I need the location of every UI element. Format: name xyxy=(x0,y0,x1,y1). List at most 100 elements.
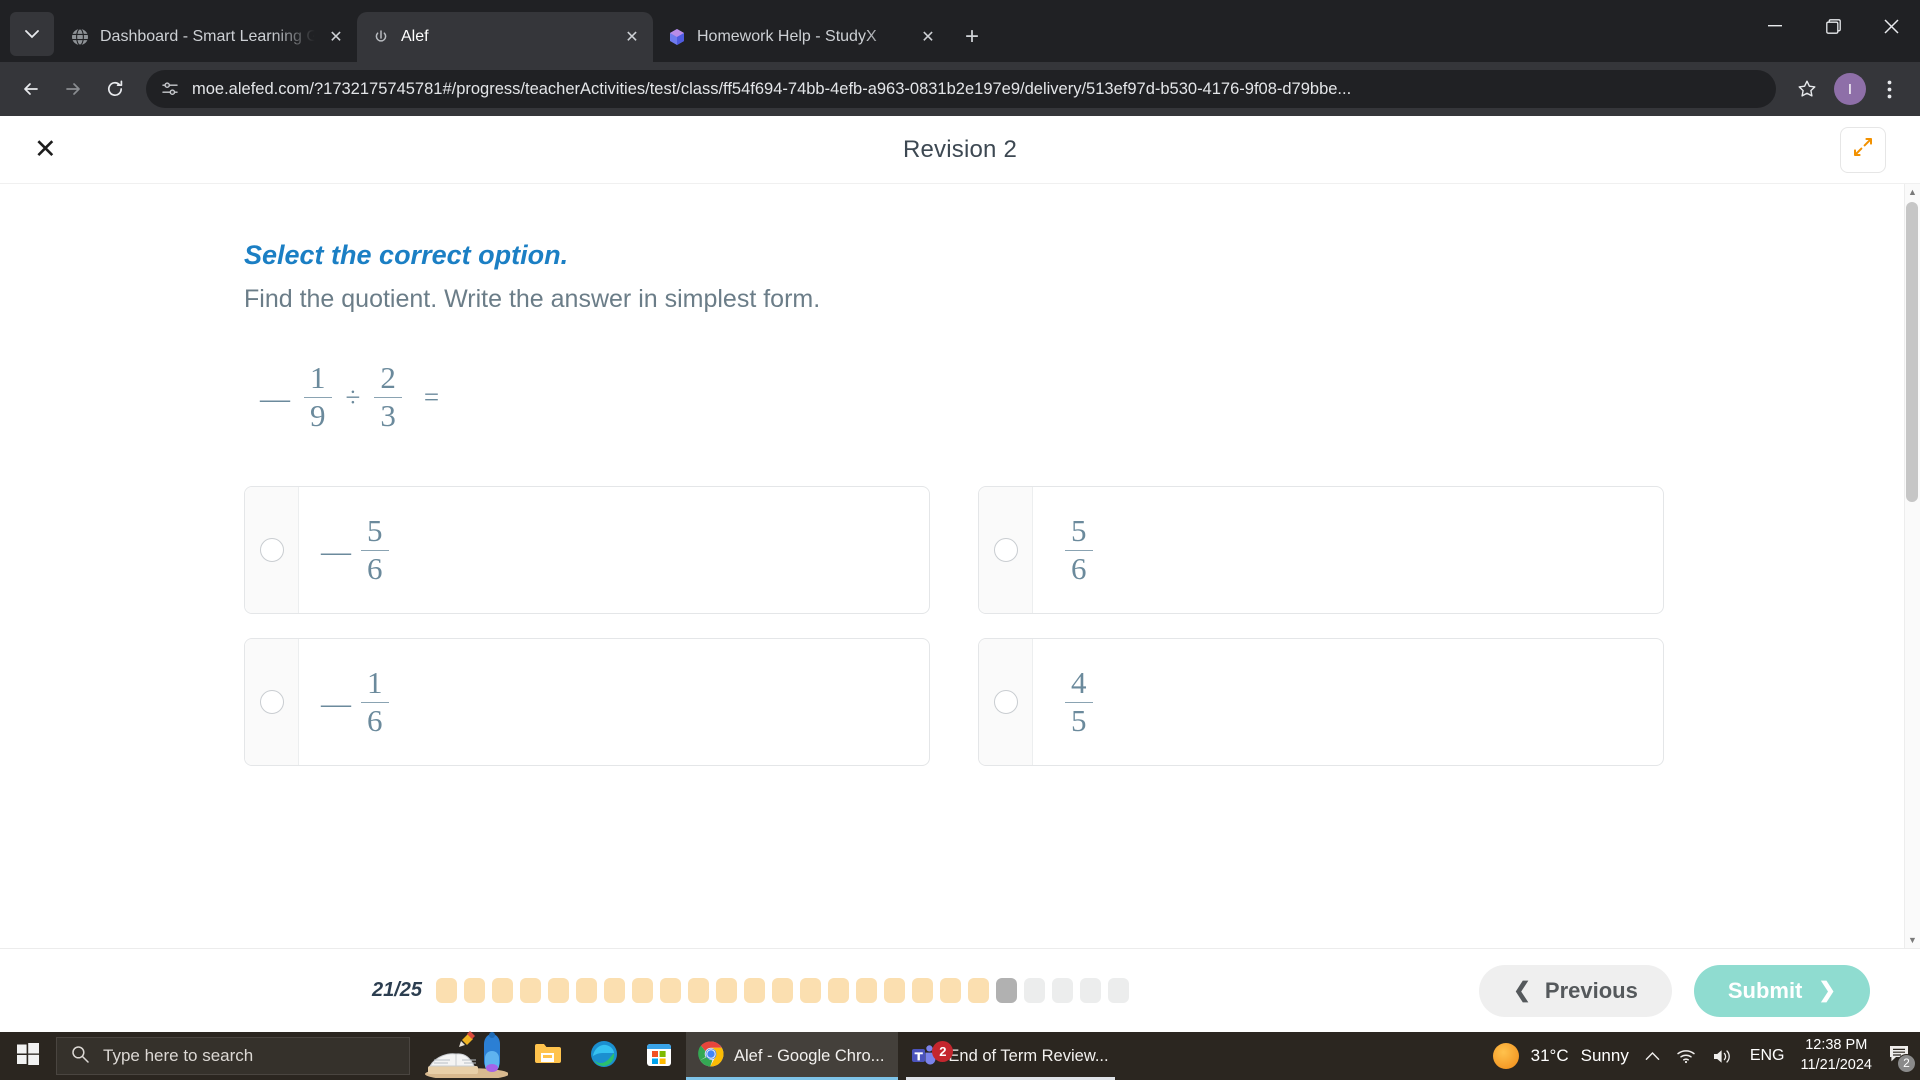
progress-pill[interactable] xyxy=(436,978,458,1003)
progress-pill[interactable] xyxy=(940,978,962,1003)
notification-center-button[interactable]: 2 xyxy=(1888,1044,1916,1073)
taskbar-window-teams[interactable]: 2 End of Term Review... xyxy=(898,1032,1122,1080)
progress-pill[interactable] xyxy=(1052,978,1074,1003)
previous-button[interactable]: ❮ Previous xyxy=(1479,964,1672,1017)
progress-pill[interactable] xyxy=(520,978,542,1003)
answer-option-b-radio-cell[interactable] xyxy=(979,487,1033,614)
web-page: ✕ Revision 2 Select the correct option. … xyxy=(0,116,1920,1032)
tray-clock[interactable]: 12:38 PM 11/21/2024 xyxy=(1801,1036,1873,1075)
taskbar-search-box[interactable]: Type here to search xyxy=(56,1037,410,1075)
scroll-down-arrow-icon[interactable]: ▼ xyxy=(1905,932,1920,948)
page-scrollbar[interactable]: ▲ ▼ xyxy=(1904,184,1920,948)
progress-pill[interactable] xyxy=(576,978,598,1003)
answer-option-d-math: 4 5 xyxy=(1055,665,1093,739)
browser-tab-2[interactable]: Homework Help - StudyX ✕ xyxy=(653,12,949,62)
browser-tab-0[interactable]: Dashboard - Smart Learning Ga ✕ xyxy=(56,12,357,62)
answer-option-a-radio-cell[interactable] xyxy=(245,487,299,614)
microsoft-store-icon xyxy=(646,1040,672,1072)
teams-icon: 2 xyxy=(910,1041,954,1070)
tray-language[interactable]: ENG xyxy=(1750,1047,1785,1065)
answer-option-a-math: — 5 6 xyxy=(321,513,389,587)
answer-option-c[interactable]: — 1 6 xyxy=(244,638,930,767)
progress-pill[interactable] xyxy=(464,978,486,1003)
chrome-icon xyxy=(698,1040,724,1072)
alef-icon xyxy=(371,27,391,47)
progress-pill[interactable] xyxy=(856,978,878,1003)
progress-pill[interactable] xyxy=(548,978,570,1003)
chevron-right-icon: ❯ xyxy=(1818,979,1836,1002)
browser-tab-1[interactable]: Alef ✕ xyxy=(357,12,653,62)
progress-pill[interactable] xyxy=(912,978,934,1003)
tab-close-icon[interactable]: ✕ xyxy=(621,26,643,48)
taskbar-search-placeholder: Type here to search xyxy=(103,1046,254,1065)
progress-pill[interactable] xyxy=(688,978,710,1003)
reload-icon[interactable] xyxy=(96,70,134,108)
previous-button-label: Previous xyxy=(1544,977,1638,1003)
new-tab-button[interactable]: + xyxy=(955,20,989,54)
tab-close-icon[interactable]: ✕ xyxy=(325,26,347,48)
forward-arrow-icon[interactable] xyxy=(54,70,92,108)
progress-pill[interactable] xyxy=(492,978,514,1003)
window-minimize-button[interactable] xyxy=(1746,0,1804,52)
kebab-menu-icon[interactable] xyxy=(1870,70,1908,108)
activity-footer: 21/25 ❮ Previous Submit ❯ xyxy=(0,948,1920,1032)
wifi-icon[interactable] xyxy=(1676,1048,1696,1064)
answer-option-b[interactable]: 5 6 xyxy=(978,486,1664,615)
answer-option-c-body: — 1 6 xyxy=(299,639,929,765)
tray-date: 11/21/2024 xyxy=(1800,1057,1873,1073)
browser-tab-title: Alef xyxy=(401,28,429,45)
tray-overflow-button[interactable] xyxy=(1645,1051,1660,1061)
window-controls xyxy=(1746,0,1920,52)
radio-button-icon[interactable] xyxy=(993,690,1018,715)
radio-button-icon[interactable] xyxy=(259,538,284,563)
answer-option-b-math: 5 6 xyxy=(1055,513,1093,587)
back-arrow-icon[interactable] xyxy=(12,70,50,108)
progress-pill[interactable] xyxy=(604,978,626,1003)
progress-pill[interactable] xyxy=(828,978,850,1003)
star-icon[interactable] xyxy=(1788,70,1826,108)
browser-window: Dashboard - Smart Learning Ga ✕ Alef ✕ H… xyxy=(0,0,1920,1080)
tab-search-button[interactable] xyxy=(10,12,54,56)
tab-close-icon[interactable]: ✕ xyxy=(917,26,939,48)
site-settings-icon[interactable] xyxy=(160,79,180,99)
notification-count-badge: 2 xyxy=(1897,1053,1916,1073)
progress-pill[interactable] xyxy=(744,978,766,1003)
address-bar[interactable]: moe.alefed.com/?1732175745781#/progress/… xyxy=(146,70,1776,108)
progress-pill[interactable] xyxy=(800,978,822,1003)
progress-pill[interactable] xyxy=(772,978,794,1003)
profile-avatar[interactable]: I xyxy=(1834,73,1866,105)
radio-button-icon[interactable] xyxy=(259,690,284,715)
progress-pill[interactable] xyxy=(1024,978,1046,1003)
progress-pill[interactable] xyxy=(968,978,990,1003)
taskbar-microsoft-edge[interactable] xyxy=(576,1032,632,1080)
answer-option-d[interactable]: 4 5 xyxy=(978,638,1664,767)
progress-pill[interactable] xyxy=(660,978,682,1003)
taskbar-microsoft-store[interactable] xyxy=(632,1032,686,1080)
taskbar-file-explorer[interactable] xyxy=(520,1032,576,1080)
taskbar-window-chrome[interactable]: Alef - Google Chro... xyxy=(686,1032,899,1080)
answer-option-d-radio-cell[interactable] xyxy=(979,639,1033,766)
window-maximize-button[interactable] xyxy=(1804,0,1862,52)
radio-button-icon[interactable] xyxy=(993,538,1018,563)
answer-option-d-body: 4 5 xyxy=(1033,639,1663,765)
progress-pill[interactable] xyxy=(632,978,654,1003)
progress-pill[interactable] xyxy=(996,978,1018,1003)
scrollbar-thumb[interactable] xyxy=(1906,202,1918,502)
window-close-button[interactable] xyxy=(1862,0,1920,52)
progress-pill[interactable] xyxy=(1108,978,1130,1003)
fraction-denominator: 3 xyxy=(374,396,402,435)
answer-option-a[interactable]: — 5 6 xyxy=(244,486,930,615)
progress-pill[interactable] xyxy=(716,978,738,1003)
taskbar-cortana-widget[interactable] xyxy=(410,1030,520,1080)
tray-weather-widget[interactable]: 31°C Sunny xyxy=(1492,1043,1629,1069)
start-button[interactable] xyxy=(0,1032,56,1080)
windows-logo-icon xyxy=(17,1042,39,1070)
submit-button[interactable]: Submit ❯ xyxy=(1693,964,1870,1017)
progress-pill[interactable] xyxy=(884,978,906,1003)
study-desk-icon xyxy=(422,1030,509,1080)
expand-fullscreen-button[interactable] xyxy=(1840,126,1886,173)
progress-pill[interactable] xyxy=(1080,978,1102,1003)
scroll-up-arrow-icon[interactable]: ▲ xyxy=(1905,184,1920,200)
speaker-icon[interactable] xyxy=(1712,1048,1734,1065)
answer-option-c-radio-cell[interactable] xyxy=(245,639,299,766)
